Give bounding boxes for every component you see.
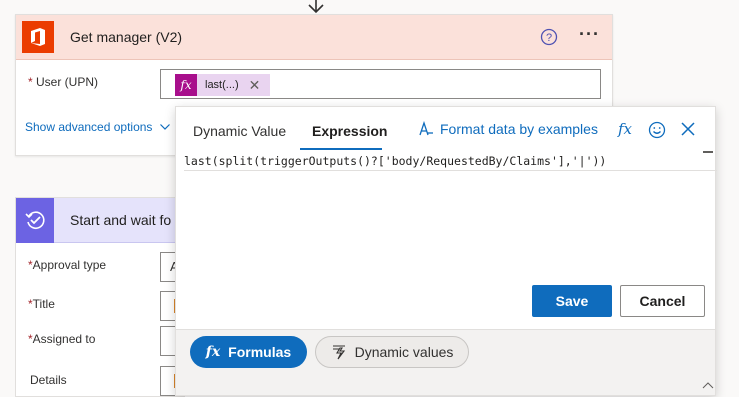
card-header[interactable]: Get manager (V2) ? ··· xyxy=(16,15,612,60)
assigned-to-label: *Assigned to xyxy=(28,332,95,346)
format-data-icon xyxy=(419,121,433,136)
smiley-icon[interactable] xyxy=(648,121,666,139)
field-label-text: Approval type xyxy=(32,258,107,272)
tab-expression[interactable]: Expression xyxy=(312,123,387,139)
advanced-link-text: Show advanced options xyxy=(25,120,153,134)
field-label-text: Title xyxy=(32,297,55,311)
formulas-label: Formulas xyxy=(228,344,292,360)
format-link-text: Format data by examples xyxy=(440,121,598,137)
dynamic-content-popup: Dynamic Value Expression Format data by … xyxy=(175,106,717,396)
start-and-wait-approval-card: Start and wait fo *Approval type A *Titl… xyxy=(15,197,185,397)
popup-footer: fx Formulas Dynamic values xyxy=(176,329,715,395)
resize-corner-icon xyxy=(702,382,714,389)
details-label: Details xyxy=(30,373,67,387)
fx-icon[interactable]: fx xyxy=(618,120,632,138)
approval-icon xyxy=(16,197,54,243)
card-title: Get manager (V2) xyxy=(70,29,183,45)
help-icon[interactable]: ? xyxy=(540,28,558,46)
user-upn-input[interactable]: fx last(...) ✕ xyxy=(160,69,601,99)
connector-arrow-icon xyxy=(308,0,324,14)
required-mark: * xyxy=(28,75,33,89)
save-button[interactable]: Save xyxy=(532,285,612,317)
field-label-text: Details xyxy=(30,373,67,387)
user-label-text: User (UPN) xyxy=(36,75,99,89)
close-icon[interactable] xyxy=(681,122,695,136)
title-label: *Title xyxy=(28,297,55,311)
more-icon[interactable]: ··· xyxy=(579,24,600,44)
active-tab-indicator xyxy=(300,148,382,150)
dynamic-values-button[interactable]: Dynamic values xyxy=(315,336,469,368)
cancel-button[interactable]: Cancel xyxy=(620,285,705,317)
user-upn-label: * User (UPN) xyxy=(28,75,98,89)
dynamic-values-label: Dynamic values xyxy=(354,344,454,360)
scrollbar-thumb[interactable] xyxy=(703,151,713,153)
tab-dynamic-value[interactable]: Dynamic Value xyxy=(193,123,286,139)
chevron-down-icon xyxy=(160,124,171,130)
show-advanced-options-link[interactable]: Show advanced options xyxy=(25,120,171,134)
fx-icon: fx xyxy=(205,344,221,360)
token-remove-icon[interactable]: ✕ xyxy=(249,78,261,92)
lightning-icon xyxy=(332,345,345,360)
office365-icon xyxy=(22,21,54,53)
format-data-by-examples-link[interactable]: Format data by examples xyxy=(418,121,598,137)
formulas-button[interactable]: fx Formulas xyxy=(190,336,307,368)
card-header[interactable]: Start and wait fo xyxy=(16,197,184,243)
field-label-text: Assigned to xyxy=(32,332,96,346)
expression-token[interactable]: fx last(...) ✕ xyxy=(175,74,270,96)
card-title: Start and wait fo xyxy=(70,212,172,228)
approval-type-label: *Approval type xyxy=(28,258,106,272)
svg-text:?: ? xyxy=(546,32,552,44)
token-label: last(...) xyxy=(205,79,239,91)
expression-input[interactable]: last(split(triggerOutputs()?['body/Reque… xyxy=(184,151,717,171)
fx-icon: fx xyxy=(175,74,197,96)
